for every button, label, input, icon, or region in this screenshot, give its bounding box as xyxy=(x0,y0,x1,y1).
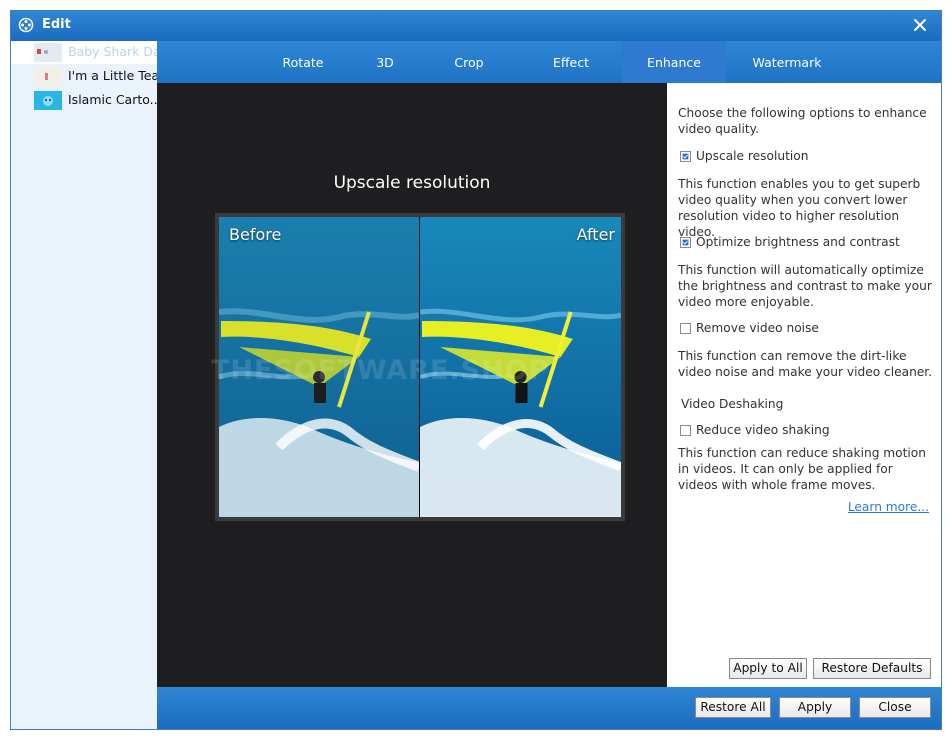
video-thumbnail xyxy=(34,43,62,62)
shaking-checkbox[interactable] xyxy=(680,425,691,436)
upscale-description: This function enables you to get superb … xyxy=(678,177,921,239)
file-name: Baby Shark Da... xyxy=(68,44,157,59)
tab-3d[interactable]: 3D xyxy=(357,41,413,83)
before-label: Before xyxy=(229,225,282,244)
close-window-icon[interactable] xyxy=(911,16,929,34)
video-thumbnail xyxy=(34,67,62,86)
deshaking-heading: Video Deshaking xyxy=(681,397,784,411)
video-thumbnail xyxy=(34,91,62,110)
noise-label: Remove video noise xyxy=(696,321,819,335)
upscale-label: Upscale resolution xyxy=(696,149,809,163)
brightness-checkbox[interactable] xyxy=(680,237,691,248)
watermark-text: THESOFTWARE.SHOP xyxy=(211,355,550,386)
file-name: Islamic Carto... xyxy=(68,92,157,107)
file-item-baby-shark[interactable]: Baby Shark Da... xyxy=(11,41,157,64)
after-label: After xyxy=(576,225,615,244)
upscale-checkbox[interactable] xyxy=(680,151,691,162)
noise-checkbox[interactable] xyxy=(680,323,691,334)
window-title: Edit xyxy=(42,17,71,32)
tab-crop[interactable]: Crop xyxy=(429,41,509,83)
shaking-description: This function can reduce shaking motion … xyxy=(678,446,926,492)
file-item-little-teapot[interactable]: I'm a Little Tea... xyxy=(11,65,157,88)
tab-watermark[interactable]: Watermark xyxy=(737,41,837,83)
tab-bar: Rotate 3D Crop Effect Enhance Watermark xyxy=(157,41,941,83)
preview-title: Upscale resolution xyxy=(333,173,491,193)
learn-more-link[interactable]: Learn more... xyxy=(848,500,929,514)
apply-to-all-button[interactable]: Apply to All xyxy=(729,658,807,679)
noise-description: This function can remove the dirt-like v… xyxy=(678,349,933,379)
shaking-label: Reduce video shaking xyxy=(696,423,830,437)
tab-effect[interactable]: Effect xyxy=(529,41,613,83)
brightness-label: Optimize brightness and contrast xyxy=(696,235,900,249)
tab-enhance[interactable]: Enhance xyxy=(622,41,726,83)
file-list: Baby Shark Da... I'm a Little Tea... Isl… xyxy=(11,41,157,729)
title-bar: Edit xyxy=(11,11,941,41)
close-button[interactable]: Close xyxy=(859,697,931,718)
file-item-islamic-cartoon[interactable]: Islamic Carto... xyxy=(11,89,157,112)
brightness-description: This function will automatically optimiz… xyxy=(678,263,932,309)
restore-defaults-button[interactable]: Restore Defaults xyxy=(813,658,931,679)
tab-rotate[interactable]: Rotate xyxy=(261,41,345,83)
edit-window: Edit Baby Shark Da... I'm a Little Tea..… xyxy=(10,10,942,730)
enhance-options-panel: Choose the following options to enhance … xyxy=(667,83,941,687)
file-name: I'm a Little Tea... xyxy=(68,68,157,83)
restore-all-button[interactable]: Restore All xyxy=(695,697,771,718)
film-reel-icon xyxy=(18,17,34,33)
intro-text: Choose the following options to enhance … xyxy=(678,106,927,136)
apply-button[interactable]: Apply xyxy=(779,697,851,718)
bottom-bar: Restore All Apply Close xyxy=(157,687,941,729)
